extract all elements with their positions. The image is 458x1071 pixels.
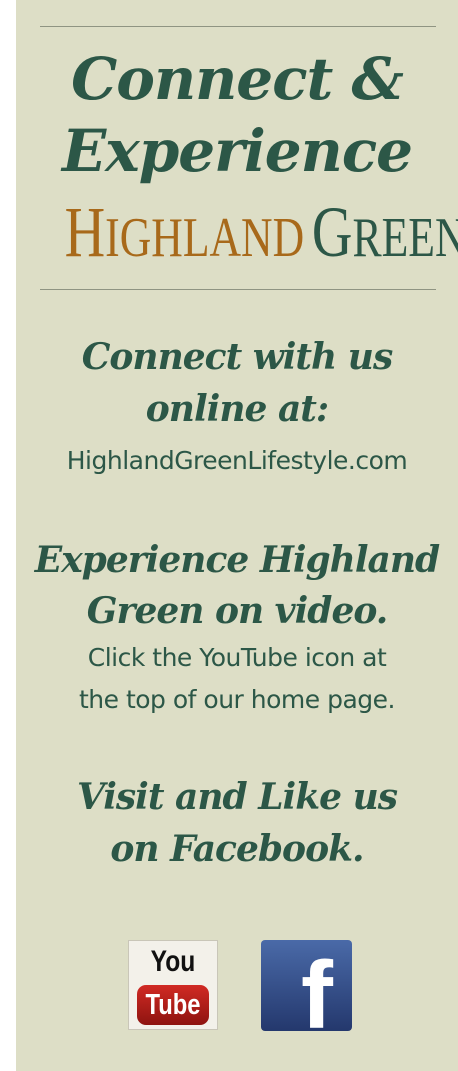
website-link[interactable]: HighlandGreenLifestyle.com <box>16 441 458 481</box>
video-text-line-1: Click the YouTube icon at <box>87 643 387 672</box>
brand-logo: HIGHLAND GREEN <box>64 192 458 292</box>
brand-highland: HIGHLAND <box>64 192 305 272</box>
online-heading-line-2: online at: <box>145 388 329 430</box>
facebook-heading-line-1: Visit and Like us <box>76 776 398 818</box>
title-line-1: Connect & <box>71 45 404 113</box>
top-divider <box>40 26 436 27</box>
header-divider <box>40 289 436 290</box>
facebook-icon[interactable]: f <box>261 940 352 1044</box>
video-heading-line-1: Experience Highland <box>34 539 440 581</box>
video-heading-line-2: Green on video. <box>86 590 389 632</box>
youtube-icon[interactable]: You Tube <box>128 940 218 1030</box>
facebook-icon-glyph: f <box>301 942 333 1049</box>
brand-green: GREEN <box>311 192 458 272</box>
online-heading-line-1: Connect with us <box>81 336 393 378</box>
youtube-icon-tube: Tube <box>137 985 209 1025</box>
youtube-icon-you: You <box>150 945 196 978</box>
video-text-line-2: the top of our home page. <box>78 685 396 714</box>
title-line-2: Experience <box>61 117 413 185</box>
facebook-heading-line-2: on Facebook. <box>110 828 364 870</box>
